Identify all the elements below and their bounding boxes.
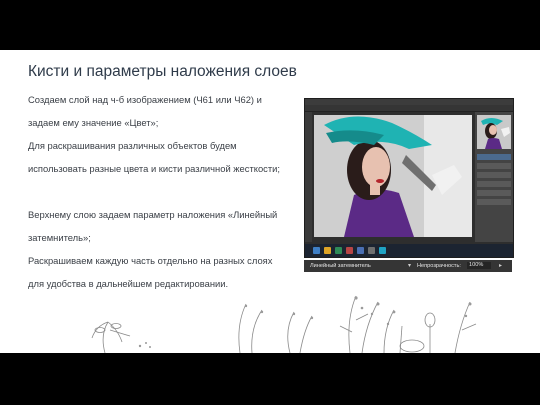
paragraph-1: Создаем слой над ч-б изображением (Ч61 и… (28, 94, 262, 128)
navigator-thumbnail (477, 115, 511, 149)
sketch-plants-decoration (91, 295, 477, 353)
woman-portrait-image (314, 115, 472, 237)
layer-row[interactable] (477, 190, 511, 196)
layer-row[interactable] (477, 154, 511, 160)
options-bar (305, 105, 513, 112)
tools-panel (305, 112, 312, 242)
taskbar-app-icon[interactable] (335, 247, 342, 254)
chevron-down-icon[interactable]: ▾ (408, 262, 411, 269)
paragraph-3: Верхнему слою задаем параметр наложения … (28, 209, 278, 243)
taskbar-app-icon[interactable] (324, 247, 331, 254)
taskbar-app-icon[interactable] (368, 247, 375, 254)
blend-mode-bar: Линейный затемнитель ▾ Непрозрачность: 1… (304, 260, 512, 272)
taskbar-app-icon[interactable] (357, 247, 364, 254)
opacity-field[interactable]: 100% (467, 262, 491, 269)
taskbar-app-icon[interactable] (313, 247, 320, 254)
paragraph-2: Для раскрашивания различных объектов буд… (28, 140, 280, 174)
layers-panel (477, 154, 511, 229)
slide: Кисти и параметры наложения слоев Создае… (0, 50, 540, 353)
blend-mode-select[interactable]: Линейный затемнитель (310, 263, 371, 269)
opacity-label: Непрозрачность: (417, 263, 461, 269)
layer-row[interactable] (477, 163, 511, 169)
layer-row[interactable] (477, 181, 511, 187)
slide-title: Кисти и параметры наложения слоев (28, 63, 297, 80)
chevron-right-icon[interactable]: ▸ (499, 262, 502, 269)
photoshop-screenshot (304, 98, 514, 258)
navigator-image (477, 115, 511, 149)
taskbar-app-icon[interactable] (346, 247, 353, 254)
taskbar-app-icon[interactable] (379, 247, 386, 254)
layer-row[interactable] (477, 199, 511, 205)
canvas (314, 115, 472, 237)
layer-row[interactable] (477, 172, 511, 178)
